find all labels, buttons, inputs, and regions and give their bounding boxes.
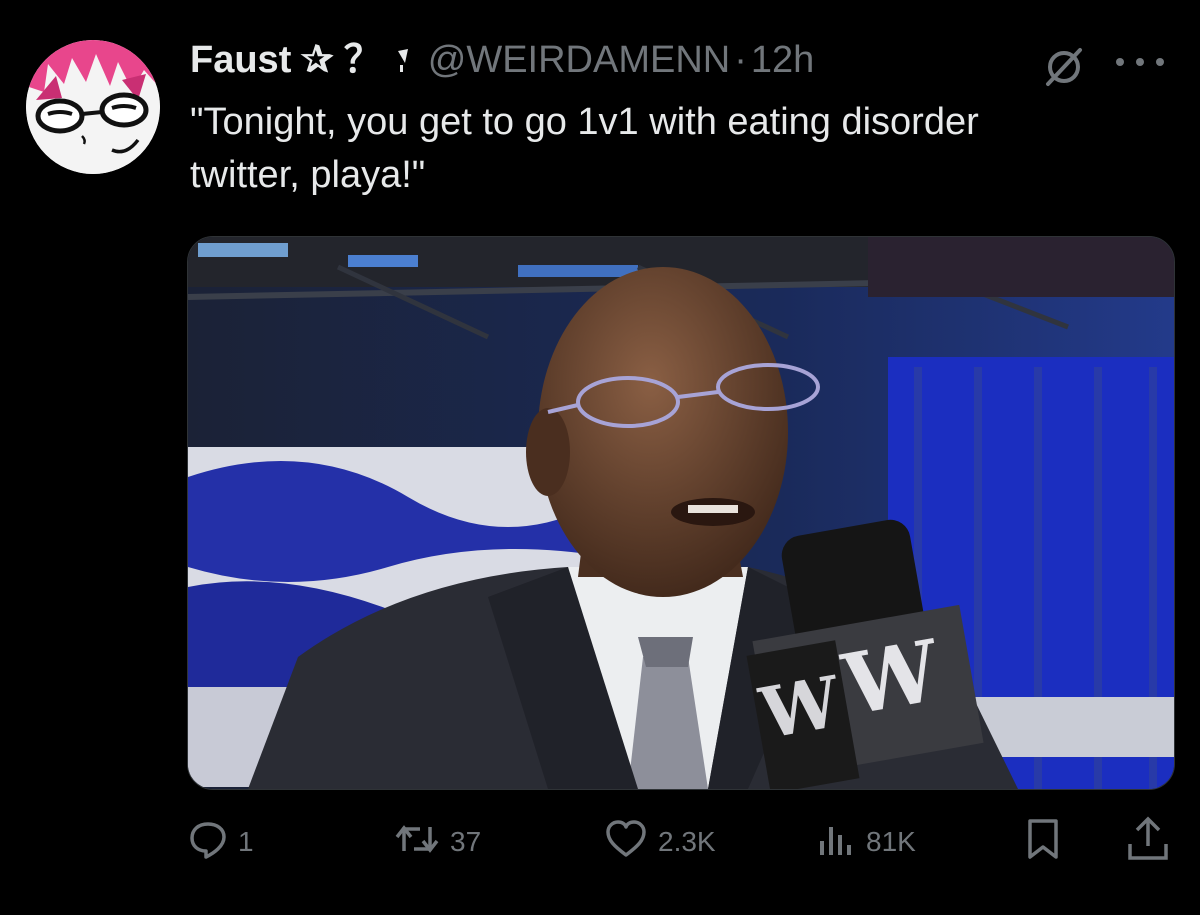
grok-icon[interactable] xyxy=(1042,44,1086,93)
mic-logo-side: W xyxy=(753,660,847,756)
repost-count: 37 xyxy=(450,826,482,857)
reply-button[interactable]: 1 xyxy=(188,812,254,872)
tweet-media-image[interactable]: W W xyxy=(187,236,1175,790)
avatar[interactable] xyxy=(26,40,160,174)
like-button[interactable]: 2.3K xyxy=(604,812,716,872)
reply-count: 1 xyxy=(238,826,254,857)
action-bar: 1 37 2.3K 81K xyxy=(0,812,1200,872)
separator-dot: · xyxy=(734,39,747,81)
pin-icon xyxy=(396,47,410,73)
mic-logo: W xyxy=(835,620,948,734)
tweet-text: "Tonight, you get to go 1v1 with eating … xyxy=(190,101,979,196)
views-button[interactable]: 81K xyxy=(816,812,916,872)
author-handle[interactable]: @WEIRDAMENN xyxy=(428,38,730,82)
bookmark-button[interactable] xyxy=(1024,812,1062,872)
like-count: 2.3K xyxy=(658,826,716,857)
author-name[interactable]: Faust xyxy=(190,38,291,82)
tweet[interactable]: Faust ✰ ？ @WEIRDAMENN · 12h "Tonight, yo… xyxy=(0,0,1200,915)
views-count: 81K xyxy=(866,826,916,857)
repost-icon xyxy=(394,819,440,866)
share-button[interactable] xyxy=(1126,812,1170,872)
bookmark-icon xyxy=(1024,817,1062,868)
author-name-emoji: ✰ ？ xyxy=(301,39,382,81)
avatar-image xyxy=(26,40,160,174)
tweet-header: Faust ✰ ？ @WEIRDAMENN · 12h xyxy=(190,38,814,82)
timestamp[interactable]: 12h xyxy=(751,38,814,82)
heart-icon xyxy=(604,819,648,866)
more-icon[interactable] xyxy=(1112,52,1168,77)
share-icon xyxy=(1126,816,1170,869)
views-icon xyxy=(816,819,856,866)
reply-icon xyxy=(188,819,228,866)
repost-button[interactable]: 37 xyxy=(394,812,481,872)
